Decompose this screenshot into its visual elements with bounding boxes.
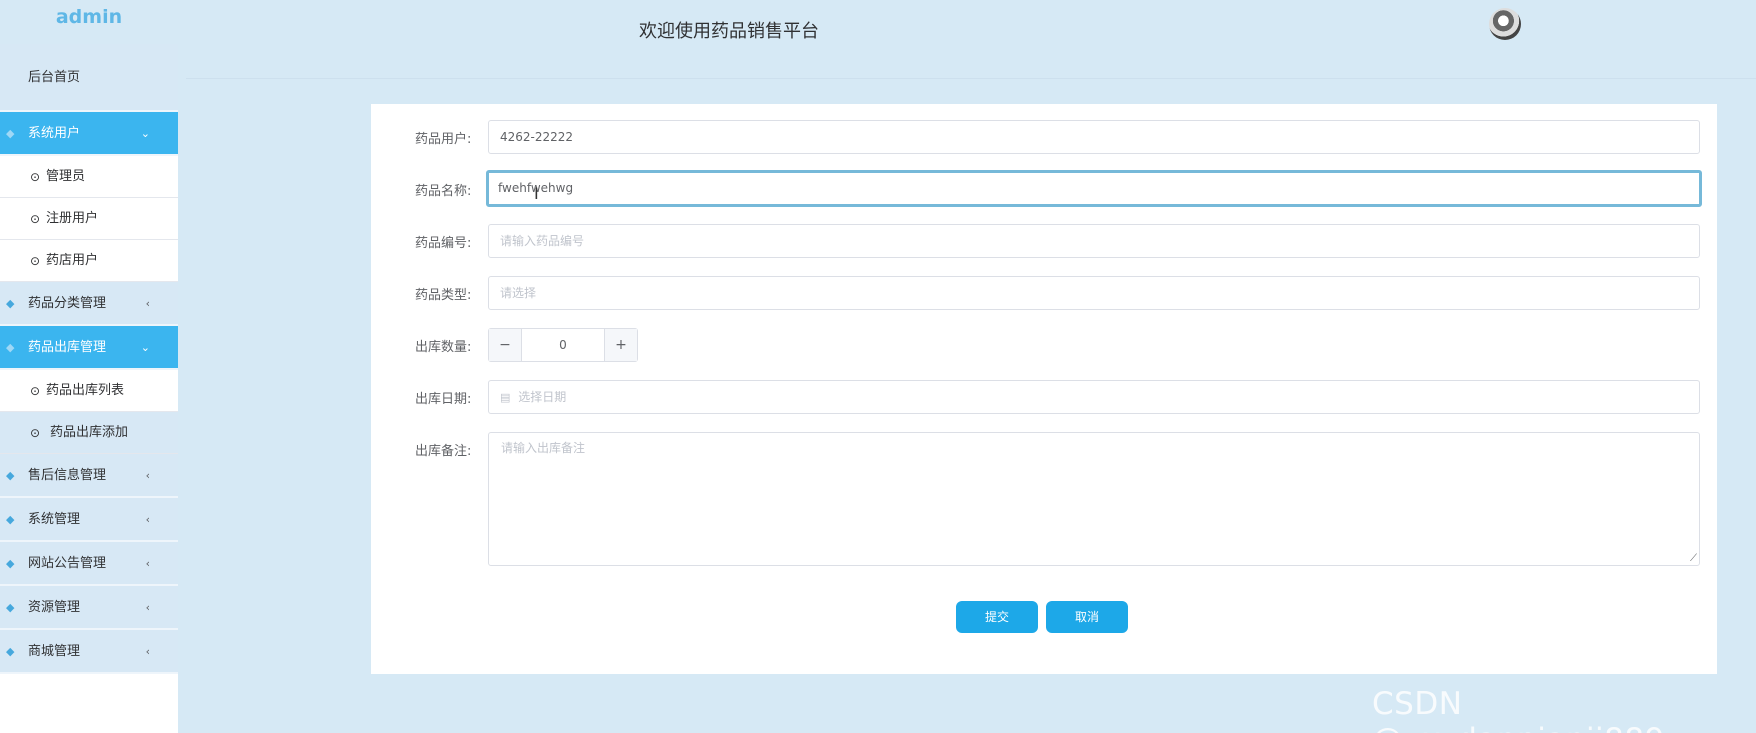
sidebar-subitem-label: 药店用户 bbox=[46, 253, 99, 268]
field-label: 药品用户: bbox=[415, 132, 472, 147]
check-circle-icon: ⊙ bbox=[30, 212, 41, 226]
cancel-button[interactable]: 取消 bbox=[1046, 601, 1128, 633]
form-card: 药品用户: 4262-22222 药品名称: fwehfwehwg I 药品编号… bbox=[371, 104, 1717, 674]
header-divider bbox=[186, 78, 1756, 79]
chevron-left-icon: ‹ bbox=[145, 297, 150, 310]
sidebar-item-mall[interactable]: ◆ 商城管理 ‹ bbox=[0, 630, 178, 674]
sidebar-subitem-registered-users[interactable]: ⊙ 注册用户 bbox=[0, 198, 178, 240]
check-circle-icon: ⊙ bbox=[30, 254, 41, 268]
chevron-down-icon: ⌄ bbox=[140, 341, 150, 354]
sidebar-item-label: 网站公告管理 bbox=[28, 556, 107, 571]
drug-code-input[interactable]: 请输入药品编号 bbox=[488, 224, 1700, 258]
sidebar-item-after-sales[interactable]: ◆ 售后信息管理 ‹ bbox=[0, 454, 178, 498]
chevron-left-icon: ‹ bbox=[145, 645, 150, 658]
gem-icon: ◆ bbox=[6, 601, 15, 614]
sidebar-item-label: 系统管理 bbox=[28, 512, 81, 527]
sidebar-item-resources[interactable]: ◆ 资源管理 ‹ bbox=[0, 586, 178, 630]
gem-icon: ◆ bbox=[6, 513, 15, 526]
decrement-button[interactable]: − bbox=[489, 329, 522, 361]
date-picker[interactable]: ▤ 选择日期 bbox=[488, 380, 1700, 414]
field-label: 药品编号: bbox=[415, 236, 472, 251]
sidebar-item-label: 系统用户 bbox=[28, 126, 81, 141]
chevron-left-icon: ‹ bbox=[145, 469, 150, 482]
check-circle-icon: ⊙ bbox=[30, 426, 41, 440]
resize-handle-icon[interactable]: ⟋ bbox=[1690, 553, 1697, 564]
chevron-left-icon: ‹ bbox=[145, 601, 150, 614]
submit-button[interactable]: 提交 bbox=[956, 601, 1038, 633]
sidebar-item-label: 药品出库管理 bbox=[28, 340, 107, 355]
check-circle-icon: ⊙ bbox=[30, 384, 41, 398]
calendar-icon: ▤ bbox=[500, 391, 511, 404]
sidebar-item-label: 商城管理 bbox=[28, 644, 81, 659]
drug-user-input[interactable]: 4262-22222 bbox=[488, 120, 1700, 154]
field-label: 出库日期: bbox=[415, 392, 472, 407]
drug-type-select[interactable]: 请选择 bbox=[488, 276, 1700, 310]
chevron-left-icon: ‹ bbox=[145, 557, 150, 570]
sidebar-item-system-management[interactable]: ◆ 系统管理 ‹ bbox=[0, 498, 178, 542]
quantity-value[interactable]: 0 bbox=[522, 329, 604, 361]
sidebar-item-drug-category[interactable]: ◆ 药品分类管理 ‹ bbox=[0, 282, 178, 326]
date-placeholder: 选择日期 bbox=[518, 390, 567, 404]
chevron-down-icon: ⌄ bbox=[140, 127, 150, 140]
gem-icon: ◆ bbox=[6, 469, 15, 482]
page-title: 欢迎使用药品销售平台 bbox=[639, 21, 819, 42]
gem-icon: ◆ bbox=[6, 127, 15, 140]
remark-placeholder: 请输入出库备注 bbox=[501, 441, 586, 455]
field-label: 出库备注: bbox=[415, 444, 472, 459]
sidebar-item-drug-outbound[interactable]: ◆ 药品出库管理 ⌄ bbox=[0, 326, 178, 370]
sidebar-item-label: 资源管理 bbox=[28, 600, 81, 615]
sidebar-item-label: 售后信息管理 bbox=[28, 468, 107, 483]
field-label: 药品名称: bbox=[415, 184, 472, 199]
brand-logo: admin bbox=[0, 0, 178, 44]
sidebar-subitem-label: 药品出库添加 bbox=[50, 425, 129, 440]
sidebar: admin 后台首页 ◆ 系统用户 ⌄ ⊙ 管理员 ⊙ 注册用户 ⊙ 药店用户 … bbox=[0, 0, 178, 733]
watermark: CSDN @vx_danpianji889 bbox=[1372, 686, 1664, 733]
quantity-stepper[interactable]: − 0 + bbox=[488, 328, 638, 362]
sidebar-item-home[interactable]: 后台首页 bbox=[0, 44, 178, 112]
gem-icon: ◆ bbox=[6, 297, 15, 310]
sidebar-item-announcements[interactable]: ◆ 网站公告管理 ‹ bbox=[0, 542, 178, 586]
drug-name-input[interactable]: fwehfwehwg I bbox=[486, 170, 1702, 207]
sidebar-subitem-label: 注册用户 bbox=[46, 211, 99, 226]
sidebar-subitem-outbound-add[interactable]: ⊙ 药品出库添加 bbox=[0, 412, 178, 454]
sidebar-subitem-label: 药品出库列表 bbox=[46, 383, 125, 398]
text-cursor-icon: I bbox=[534, 184, 539, 203]
remark-textarea[interactable]: 请输入出库备注 ⟋ bbox=[488, 432, 1700, 566]
gem-icon: ◆ bbox=[6, 645, 15, 658]
sidebar-item-label: 药品分类管理 bbox=[28, 296, 107, 311]
check-circle-icon: ⊙ bbox=[30, 170, 41, 184]
increment-button[interactable]: + bbox=[604, 329, 637, 361]
sidebar-subitem-pharmacy-users[interactable]: ⊙ 药店用户 bbox=[0, 240, 178, 282]
sidebar-item-system-users[interactable]: ◆ 系统用户 ⌄ bbox=[0, 112, 178, 156]
sidebar-subitem-label: 管理员 bbox=[46, 169, 86, 184]
field-label: 药品类型: bbox=[415, 288, 472, 303]
avatar-icon[interactable] bbox=[1489, 8, 1521, 40]
chevron-left-icon: ‹ bbox=[145, 513, 150, 526]
field-label: 出库数量: bbox=[415, 340, 472, 355]
sidebar-subitem-outbound-list[interactable]: ⊙ 药品出库列表 bbox=[0, 370, 178, 412]
sidebar-subitem-admin[interactable]: ⊙ 管理员 bbox=[0, 156, 178, 198]
gem-icon: ◆ bbox=[6, 341, 15, 354]
gem-icon: ◆ bbox=[6, 557, 15, 570]
